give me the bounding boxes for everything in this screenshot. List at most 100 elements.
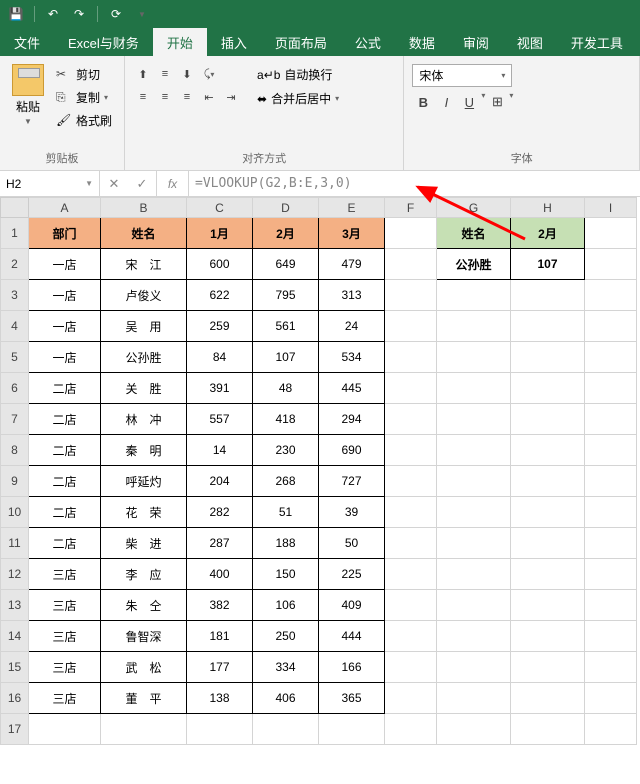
cell[interactable]: 400 <box>187 559 253 590</box>
cell[interactable]: 24 <box>319 311 385 342</box>
name-box[interactable]: H2▼ <box>0 171 100 196</box>
align-right-button[interactable]: ≡ <box>177 87 197 107</box>
cell[interactable] <box>511 652 585 683</box>
cell[interactable]: 107 <box>253 342 319 373</box>
cell[interactable]: 334 <box>253 652 319 683</box>
cell[interactable] <box>385 373 437 404</box>
cell[interactable]: 关 胜 <box>101 373 187 404</box>
cell[interactable] <box>385 342 437 373</box>
row-header[interactable]: 7 <box>1 404 29 435</box>
cell[interactable] <box>511 497 585 528</box>
cell[interactable] <box>437 435 511 466</box>
cell[interactable]: 444 <box>319 621 385 652</box>
col-header-B[interactable]: B <box>101 198 187 218</box>
cell[interactable] <box>385 466 437 497</box>
row-header[interactable]: 9 <box>1 466 29 497</box>
cell[interactable] <box>585 466 637 497</box>
italic-button[interactable]: I <box>435 91 457 113</box>
cell[interactable] <box>511 559 585 590</box>
select-all-corner[interactable] <box>1 198 29 218</box>
cell[interactable]: 14 <box>187 435 253 466</box>
indent-increase-button[interactable]: ⇥ <box>221 87 241 107</box>
cell[interactable]: 公孙胜 <box>101 342 187 373</box>
cell[interactable] <box>101 714 187 745</box>
cell[interactable]: 391 <box>187 373 253 404</box>
cell[interactable] <box>319 714 385 745</box>
cell[interactable] <box>585 342 637 373</box>
cell[interactable] <box>437 683 511 714</box>
bold-button[interactable]: B <box>412 91 434 113</box>
cell[interactable]: 138 <box>187 683 253 714</box>
cell[interactable] <box>437 590 511 621</box>
cell[interactable]: 690 <box>319 435 385 466</box>
cell[interactable]: 一店 <box>29 280 101 311</box>
cell[interactable] <box>585 435 637 466</box>
tab-review[interactable]: 审阅 <box>449 28 503 56</box>
row-header[interactable]: 10 <box>1 497 29 528</box>
cell[interactable]: 230 <box>253 435 319 466</box>
tab-formulas[interactable]: 公式 <box>341 28 395 56</box>
cell[interactable]: 406 <box>253 683 319 714</box>
cell[interactable] <box>585 590 637 621</box>
cell[interactable] <box>437 342 511 373</box>
col-header-I[interactable]: I <box>585 198 637 218</box>
fx-icon[interactable]: fx <box>157 171 189 196</box>
cell[interactable] <box>437 714 511 745</box>
cell[interactable] <box>585 404 637 435</box>
cell[interactable]: 600 <box>187 249 253 280</box>
cell[interactable]: 107 <box>511 249 585 280</box>
cell[interactable]: 534 <box>319 342 385 373</box>
row-header[interactable]: 16 <box>1 683 29 714</box>
cell[interactable] <box>385 497 437 528</box>
tab-home[interactable]: 开始 <box>153 28 207 56</box>
cell[interactable] <box>437 404 511 435</box>
cell[interactable]: 649 <box>253 249 319 280</box>
cell[interactable] <box>585 714 637 745</box>
cell[interactable]: 三店 <box>29 590 101 621</box>
tab-insert[interactable]: 插入 <box>207 28 261 56</box>
cell[interactable]: 二店 <box>29 466 101 497</box>
cell[interactable] <box>585 249 637 280</box>
cell[interactable]: 150 <box>253 559 319 590</box>
row-header[interactable]: 17 <box>1 714 29 745</box>
col-header-D[interactable]: D <box>253 198 319 218</box>
cell[interactable]: 166 <box>319 652 385 683</box>
cell[interactable] <box>511 714 585 745</box>
tab-developer[interactable]: 开发工具 <box>557 28 637 56</box>
cell[interactable]: 董 平 <box>101 683 187 714</box>
undo-icon[interactable]: ↶ <box>45 6 61 22</box>
cell[interactable]: 三店 <box>29 559 101 590</box>
row-header[interactable]: 4 <box>1 311 29 342</box>
align-middle-button[interactable]: ≡ <box>155 64 175 84</box>
row-header[interactable]: 8 <box>1 435 29 466</box>
cell[interactable] <box>437 280 511 311</box>
cell[interactable]: 朱 仝 <box>101 590 187 621</box>
tab-file[interactable]: 文件 <box>0 28 54 56</box>
align-top-button[interactable]: ⬆ <box>133 64 153 84</box>
cell[interactable] <box>385 714 437 745</box>
underline-button[interactable]: U <box>458 91 480 113</box>
cell[interactable]: 287 <box>187 528 253 559</box>
cell[interactable] <box>585 497 637 528</box>
cell[interactable]: 39 <box>319 497 385 528</box>
col-header-C[interactable]: C <box>187 198 253 218</box>
cell[interactable] <box>511 435 585 466</box>
font-name-select[interactable]: 宋体▾ <box>412 64 512 87</box>
cell[interactable]: 花 荣 <box>101 497 187 528</box>
copy-button[interactable]: 复制▾ <box>52 87 116 108</box>
cell[interactable]: 445 <box>319 373 385 404</box>
cell[interactable]: 三店 <box>29 683 101 714</box>
cell[interactable] <box>585 311 637 342</box>
cell[interactable]: 一店 <box>29 249 101 280</box>
row-header[interactable]: 12 <box>1 559 29 590</box>
cell[interactable]: 三店 <box>29 652 101 683</box>
cell[interactable] <box>511 342 585 373</box>
cell[interactable]: 部门 <box>29 218 101 249</box>
cell[interactable] <box>511 373 585 404</box>
cell[interactable]: 二店 <box>29 404 101 435</box>
cell[interactable]: 二店 <box>29 373 101 404</box>
cell[interactable]: 林 冲 <box>101 404 187 435</box>
cell[interactable] <box>385 590 437 621</box>
cell[interactable]: 250 <box>253 621 319 652</box>
cell[interactable] <box>437 528 511 559</box>
